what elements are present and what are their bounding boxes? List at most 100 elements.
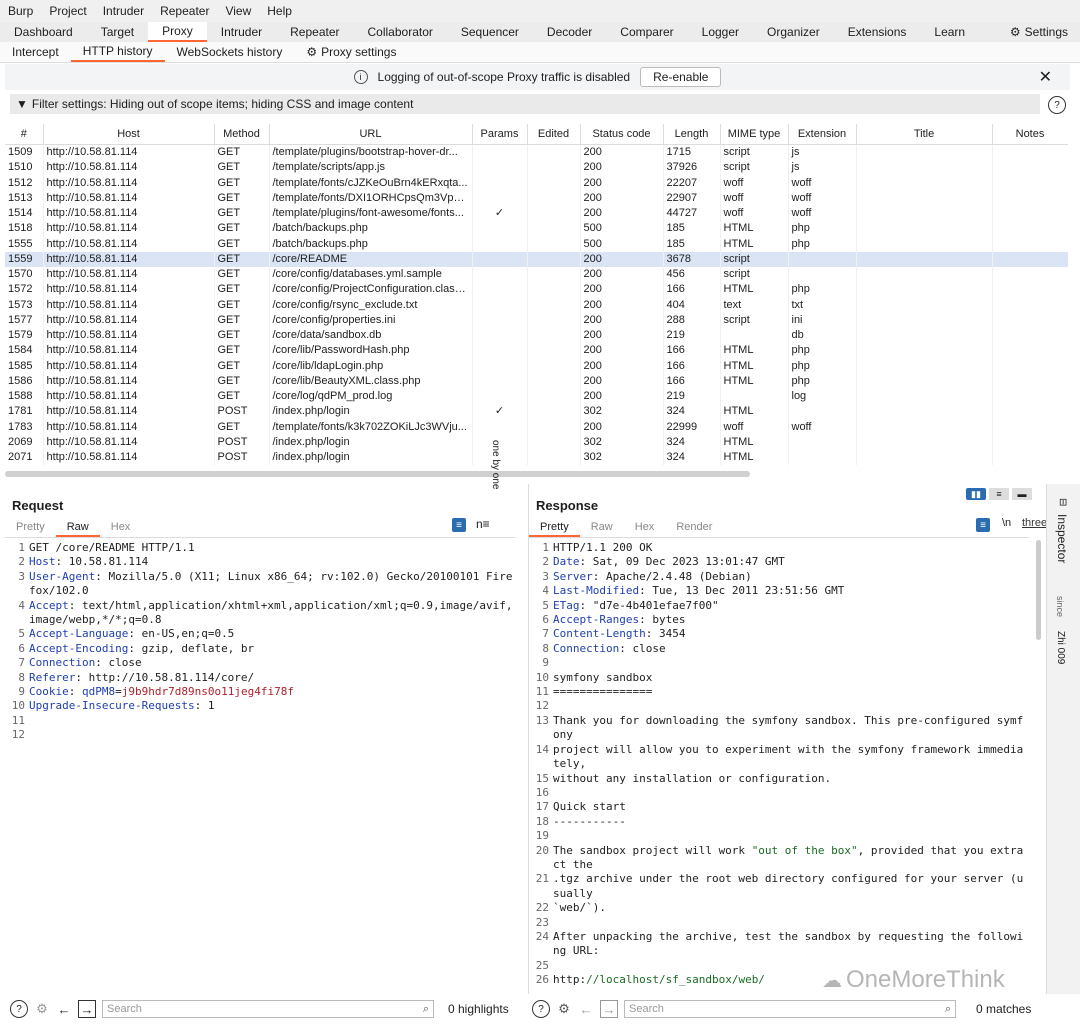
proxy-tab-http-history[interactable]: HTTP history bbox=[70, 42, 165, 62]
tab-intruder[interactable]: Intruder bbox=[207, 22, 276, 42]
column-header-title[interactable]: Title bbox=[856, 124, 993, 145]
inspector-icon[interactable]: ⊟ bbox=[1057, 498, 1068, 506]
table-row[interactable]: 1783 http://10.58.81.114 GET/template/font… bbox=[5, 419, 1068, 435]
column-header-url[interactable]: URL bbox=[269, 124, 473, 145]
request-tab-hex[interactable]: Hex bbox=[100, 519, 142, 537]
request-tab-pretty[interactable]: Pretty bbox=[5, 519, 56, 537]
table-row[interactable]: 1781 http://10.58.81.114 POST/index.php/lo… bbox=[5, 404, 1068, 420]
request-search-input[interactable]: Search ⌕ bbox=[102, 1000, 434, 1018]
response-format-icon[interactable]: ≡ bbox=[976, 518, 990, 532]
inspector-label[interactable]: Inspector bbox=[1055, 514, 1069, 563]
response-view-label[interactable]: three bbox=[1022, 517, 1047, 529]
response-tab-hex[interactable]: Hex bbox=[624, 519, 666, 537]
table-row[interactable]: 1579 http://10.58.81.114 GET/core/data/san… bbox=[5, 328, 1068, 344]
table-cell: http://10.58.81.114 bbox=[43, 236, 215, 252]
layout-toggle[interactable]: ▮▮ ≡ ▬ bbox=[966, 488, 1032, 500]
column-header-status-code[interactable]: Status code bbox=[580, 124, 664, 145]
arrow-right-icon[interactable]: → bbox=[78, 1000, 96, 1018]
table-row[interactable]: 1585 http://10.58.81.114 GET/core/lib/ldap… bbox=[5, 358, 1068, 374]
tab-comparer[interactable]: Comparer bbox=[606, 22, 687, 42]
column-header-extension[interactable]: Extension bbox=[788, 124, 857, 145]
column-header-method[interactable]: Method bbox=[214, 124, 270, 145]
response-editor[interactable]: 1 HTTP/1.1 200 OK 2 Date: Sat, 09 Dec 2023 … bbox=[529, 537, 1029, 988]
split-view-icon[interactable]: ▮▮ bbox=[966, 488, 986, 500]
line-number: 12 bbox=[535, 699, 549, 713]
column-header-notes[interactable]: Notes bbox=[992, 124, 1068, 145]
tab-collaborator[interactable]: Collaborator bbox=[354, 22, 447, 42]
table-row[interactable]: 1513 http://10.58.81.114 GET/template/font… bbox=[5, 190, 1068, 206]
table-row[interactable]: 1559 http://10.58.81.114 GET/core/README 20… bbox=[5, 251, 1068, 267]
table-row[interactable]: 1570 http://10.58.81.114 GET/core/config/d… bbox=[5, 267, 1068, 283]
table-cell: GET bbox=[214, 206, 270, 222]
column-header-length[interactable]: Length bbox=[663, 124, 721, 145]
help-icon[interactable]: ? bbox=[10, 1000, 28, 1018]
response-tab-raw[interactable]: Raw bbox=[580, 519, 624, 537]
tab-sequencer[interactable]: Sequencer bbox=[447, 22, 533, 42]
tab-target[interactable]: Target bbox=[87, 22, 148, 42]
single-view-icon[interactable]: ▬ bbox=[1012, 488, 1032, 500]
menu-project[interactable]: Project bbox=[41, 4, 94, 18]
request-newline-icon[interactable]: n≡ bbox=[476, 517, 490, 531]
table-row[interactable]: 1577 http://10.58.81.114 GET/core/config/p… bbox=[5, 312, 1068, 328]
response-search-input[interactable]: Search ⌕ bbox=[624, 1000, 956, 1018]
tab-extensions[interactable]: Extensions bbox=[834, 22, 921, 42]
request-editor[interactable]: 1 GET /core/README HTTP/1.1 2 Host: 10.58.8… bbox=[5, 537, 515, 743]
column-header-host[interactable]: Host bbox=[43, 124, 215, 145]
proxy-tab-intercept[interactable]: Intercept bbox=[0, 42, 71, 62]
tab-learn[interactable]: Learn bbox=[920, 22, 979, 42]
table-row[interactable]: 1572 http://10.58.81.114 GET/core/config/P… bbox=[5, 282, 1068, 298]
proxy-tab-proxy-settings[interactable]: ⚙ Proxy settings bbox=[294, 42, 408, 62]
re-enable-button[interactable]: Re-enable bbox=[640, 67, 722, 87]
help-icon[interactable]: ? bbox=[1048, 96, 1066, 114]
table-row[interactable]: 1555 http://10.58.81.114 GET/batch/backups… bbox=[5, 236, 1068, 252]
table-row[interactable]: 1573 http://10.58.81.114 GET/core/config/r… bbox=[5, 297, 1068, 313]
arrow-right-icon[interactable]: → bbox=[600, 1000, 618, 1018]
tab-decoder[interactable]: Decoder bbox=[533, 22, 606, 42]
tab-dashboard[interactable]: Dashboard bbox=[0, 22, 87, 42]
menu-burp[interactable]: Burp bbox=[0, 4, 41, 18]
tab-proxy[interactable]: Proxy bbox=[148, 22, 207, 42]
table-row[interactable]: 1584 http://10.58.81.114 GET/core/lib/Pass… bbox=[5, 343, 1068, 359]
table-row[interactable]: 1588 http://10.58.81.114 GET/core/log/qdPM… bbox=[5, 389, 1068, 405]
table-row[interactable]: 1586 http://10.58.81.114 GET/core/lib/Beau… bbox=[5, 373, 1068, 389]
help-icon[interactable]: ? bbox=[532, 1000, 550, 1018]
table-row[interactable]: 1518 http://10.58.81.114 GET/batch/backups… bbox=[5, 221, 1068, 237]
code-line: 10 Upgrade-Insecure-Requests: 1 bbox=[5, 699, 515, 713]
gear-icon[interactable]: ⚙ bbox=[556, 1001, 572, 1017]
settings-button[interactable]: ⚙ Settings bbox=[1010, 22, 1080, 42]
horizontal-scrollbar[interactable] bbox=[5, 471, 750, 477]
request-tab-raw[interactable]: Raw bbox=[55, 519, 100, 537]
response-tab-pretty[interactable]: Pretty bbox=[529, 519, 580, 537]
code-line: 13 Thank you for downloading the symfony … bbox=[529, 714, 1029, 743]
horizontal-view-icon[interactable]: ≡ bbox=[989, 488, 1009, 500]
proxy-tab-websockets-history[interactable]: WebSockets history bbox=[165, 42, 295, 62]
table-row[interactable]: 2069 http://10.58.81.114 POST/index.php/lo… bbox=[5, 434, 1068, 450]
request-format-icon[interactable]: ≡ bbox=[452, 518, 466, 532]
table-cell bbox=[992, 190, 1068, 206]
tab-organizer[interactable]: Organizer bbox=[753, 22, 834, 42]
gear-icon[interactable]: ⚙ bbox=[34, 1001, 50, 1017]
menu-help[interactable]: Help bbox=[259, 4, 300, 18]
table-cell: HTML bbox=[720, 450, 789, 466]
filter-bar[interactable]: ▼ Filter settings: Hiding out of scope i… bbox=[10, 94, 1040, 114]
menu-view[interactable]: View bbox=[217, 4, 259, 18]
column-header-mime-type[interactable]: MIME type bbox=[720, 124, 789, 145]
tab-repeater[interactable]: Repeater bbox=[276, 22, 353, 42]
column-header-edited[interactable]: Edited bbox=[527, 124, 581, 145]
table-row[interactable]: 1510 http://10.58.81.114 GET/template/scri… bbox=[5, 160, 1068, 176]
response-newline-icon[interactable]: \n bbox=[1002, 517, 1011, 529]
column-header--[interactable]: # bbox=[5, 124, 44, 145]
menu-repeater[interactable]: Repeater bbox=[152, 4, 217, 18]
table-row[interactable]: 1509 http://10.58.81.114 GET/template/plug… bbox=[5, 144, 1068, 161]
arrow-left-icon[interactable]: ← bbox=[56, 1001, 72, 1017]
menu-intruder[interactable]: Intruder bbox=[95, 4, 152, 18]
table-row[interactable]: 2071 http://10.58.81.114 POST/index.php/lo… bbox=[5, 450, 1068, 466]
vertical-scrollbar[interactable] bbox=[1036, 540, 1041, 640]
response-tab-render[interactable]: Render bbox=[665, 519, 723, 537]
table-row[interactable]: 1514 http://10.58.81.114 GET/template/plug… bbox=[5, 206, 1068, 222]
table-row[interactable]: 1512 http://10.58.81.114 GET/template/font… bbox=[5, 175, 1068, 191]
arrow-left-icon[interactable]: ← bbox=[578, 1001, 594, 1017]
column-header-params[interactable]: Params bbox=[472, 124, 528, 145]
close-icon[interactable]: ✕ bbox=[1039, 67, 1052, 87]
tab-logger[interactable]: Logger bbox=[688, 22, 753, 42]
